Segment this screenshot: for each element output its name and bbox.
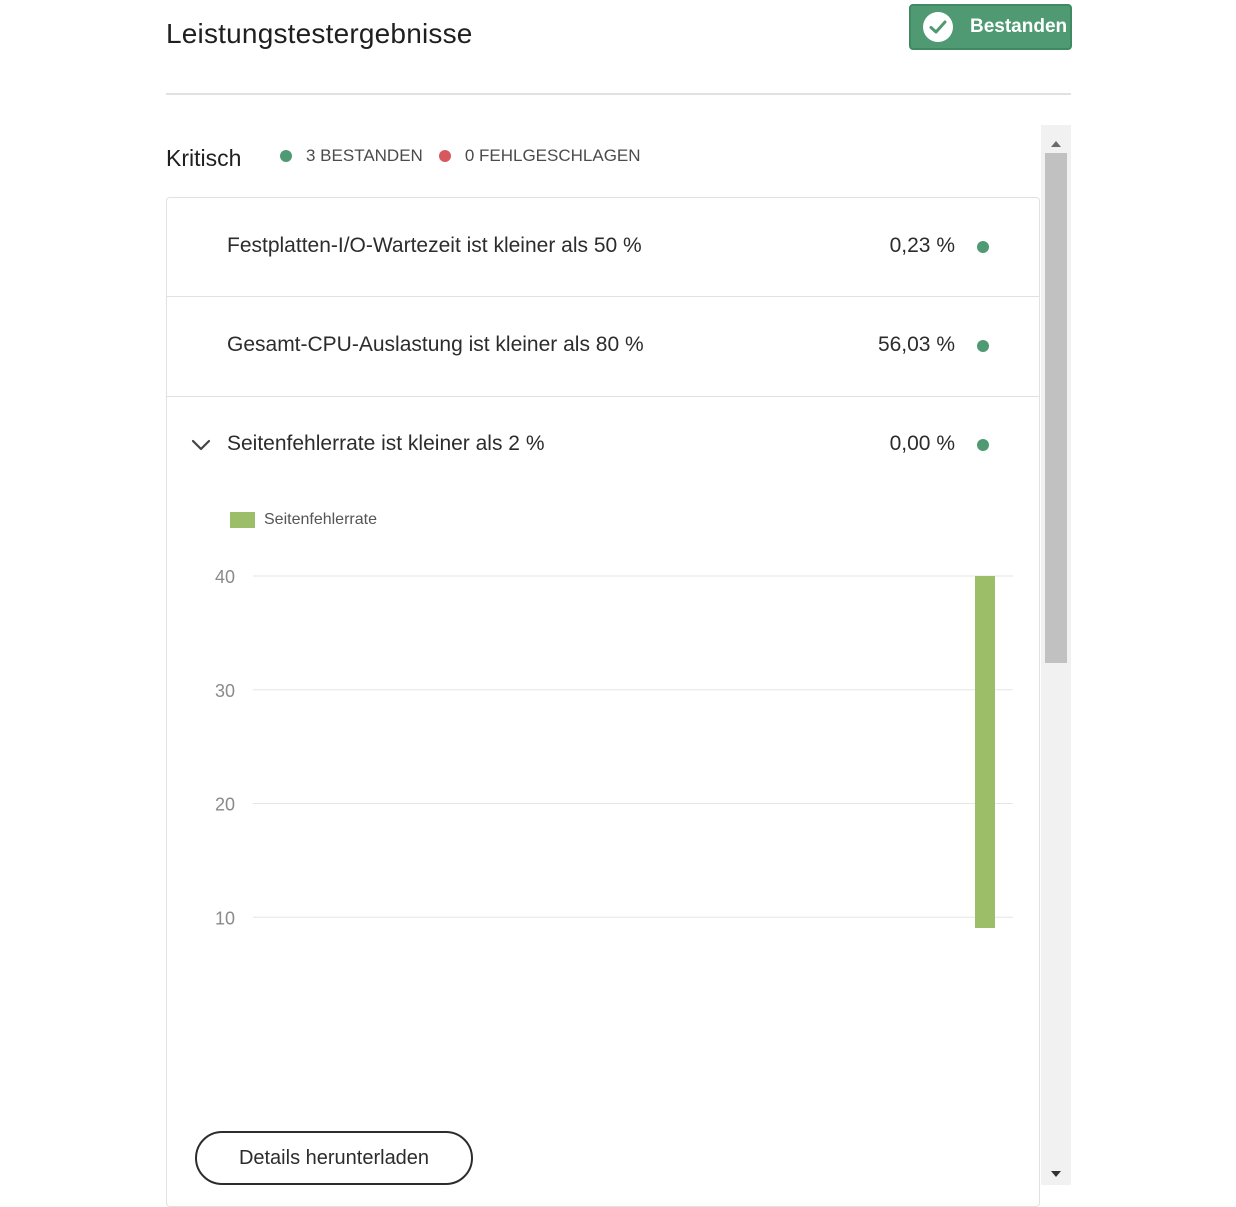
check-circle-icon [923, 12, 953, 42]
chart-bar [975, 576, 995, 928]
y-tick-label: 20 [215, 795, 235, 815]
scroll-down-arrow-icon[interactable] [1050, 1165, 1062, 1183]
y-tick-label: 10 [215, 908, 235, 928]
scroll-up-arrow-icon[interactable] [1050, 135, 1062, 153]
legend-label: Seitenfehlerrate [264, 511, 377, 528]
status-dot-icon [977, 340, 989, 352]
status-badge: Bestanden [909, 4, 1072, 50]
y-tick-label: 30 [215, 681, 235, 701]
test-results-card: Festplatten-I/O-Wartezeit ist kleiner al… [166, 197, 1040, 1207]
status-label: Bestanden [970, 16, 1068, 37]
test-name: Gesamt-CPU-Auslastung ist kleiner als 80… [227, 333, 644, 356]
failed-count: 0 FEHLGESCHLAGEN [464, 146, 641, 165]
scrollbar[interactable] [1041, 125, 1071, 1185]
test-summary: 3 BESTANDEN 0 FEHLGESCHLAGEN [280, 146, 657, 166]
test-name: Festplatten-I/O-Wartezeit ist kleiner al… [227, 234, 642, 257]
test-row-cpu[interactable]: Gesamt-CPU-Auslastung ist kleiner als 80… [167, 297, 1039, 396]
failed-dot-icon [438, 150, 451, 162]
scrollbar-thumb[interactable] [1045, 153, 1067, 663]
test-value: 0,23 % [889, 234, 955, 257]
test-value: 56,03 % [877, 333, 955, 356]
status-dot-icon [977, 439, 989, 451]
chart-legend: Seitenfehlerrate [230, 511, 377, 529]
test-row-disk-io[interactable]: Festplatten-I/O-Wartezeit ist kleiner al… [167, 198, 1039, 297]
passed-count: 3 BESTANDEN [306, 146, 423, 165]
test-row-page-faults[interactable]: Seitenfehlerrate ist kleiner als 2 % 0,0… [167, 396, 1039, 495]
chevron-down-icon[interactable] [191, 434, 211, 458]
page-title: Leistungstestergebnisse [166, 18, 473, 49]
passed-dot-icon [280, 150, 292, 162]
test-value: 0,00 % [889, 432, 955, 455]
legend-swatch [230, 512, 255, 528]
test-name: Seitenfehlerrate ist kleiner als 2 % [227, 432, 545, 455]
page-fault-chart: 102030409:47 PM9:529:5710:02 PM10:0710:1… [215, 567, 1013, 928]
header-divider [166, 93, 1071, 95]
status-dot-icon [977, 241, 989, 253]
y-tick-label: 40 [215, 567, 235, 587]
section-label-critical: Kritisch [166, 145, 242, 171]
download-details-button[interactable]: Details herunterladen [195, 1131, 473, 1185]
